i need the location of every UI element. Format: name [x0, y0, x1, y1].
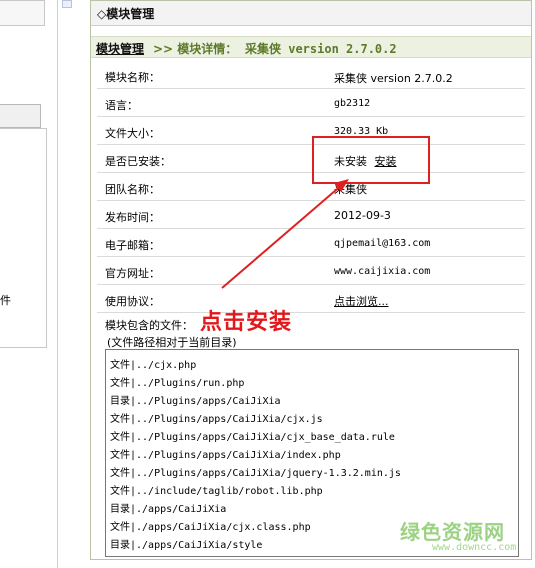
label-release-date: 发布时间：: [105, 211, 160, 224]
row-separator: [97, 228, 525, 229]
file-list-item: 文件|../Plugins/apps/CaiJiXia/cjx.js: [110, 414, 323, 425]
file-list-item: 文件|../include/taglib/robot.lib.php: [110, 486, 323, 497]
label-website: 官方网址：: [105, 267, 160, 280]
annotation-text: 点击安装: [200, 309, 293, 335]
row-separator: [97, 200, 525, 201]
label-license: 使用协议：: [105, 295, 160, 308]
license-link[interactable]: 点击浏览...: [334, 293, 389, 309]
panel-title-bar: ◇模块管理: [91, 1, 531, 26]
value-email: qjpemail@163.com: [334, 238, 431, 249]
frame-handle: [62, 0, 72, 8]
sidebar-panel: [0, 128, 47, 348]
file-list-item: 文件|../Plugins/run.php: [110, 378, 245, 389]
row-separator: [97, 312, 525, 313]
annotation-highlight-box: [312, 136, 430, 184]
value-module-name: 采集侠 version 2.7.0.2: [334, 72, 453, 85]
file-list-item: 文件|../cjx.php: [110, 360, 197, 371]
label-email: 电子邮箱：: [105, 239, 160, 252]
value-language: gb2312: [334, 98, 371, 109]
file-list-item: 目录|./apps/CaiJiXia/style: [110, 540, 263, 551]
breadcrumb-current-label: >> 模块详情：: [153, 42, 238, 56]
row-separator: [97, 256, 525, 257]
label-language: 语言：: [105, 99, 138, 112]
label-file-size: 文件大小：: [105, 127, 160, 140]
sidebar-button[interactable]: [0, 104, 41, 128]
file-list-item: 文件|./apps/CaiJiXia/cjx.class.php: [110, 522, 311, 533]
row-separator: [97, 144, 525, 145]
sidebar-top-box: [0, 0, 45, 26]
row-separator: [97, 284, 525, 285]
sidebar: 件: [0, 0, 50, 568]
row-separator: [97, 88, 525, 89]
value-website: www.caijixia.com: [334, 266, 431, 277]
files-path-note: (文件路径相对于当前目录): [107, 336, 237, 349]
label-team-name: 团队名称：: [105, 183, 160, 196]
file-list-item: 文件|../Plugins/apps/CaiJiXia/index.php: [110, 450, 341, 461]
file-list-item: 文件|../Plugins/apps/CaiJiXia/jquery-1.3.2…: [110, 468, 401, 479]
breadcrumb-module-name: 采集侠 version 2.7.0.2: [245, 42, 397, 56]
panel-title: ◇模块管理: [97, 7, 155, 21]
breadcrumb: 模块管理 >> 模块详情： 采集侠 version 2.7.0.2: [91, 36, 531, 58]
value-release-date: 2012-09-3: [334, 209, 391, 222]
row-separator: [97, 172, 525, 173]
module-panel: ◇模块管理 模块管理 >> 模块详情： 采集侠 version 2.7.0.2 …: [90, 0, 532, 560]
sidebar-partial-label: 件: [0, 294, 11, 307]
watermark-brand: 绿色资源网: [400, 520, 505, 544]
file-list-item: 目录|./apps/CaiJiXia: [110, 504, 227, 515]
frame-divider: [57, 0, 58, 568]
file-list-item: 文件|../Plugins/apps/CaiJiXia/cjx_base_dat…: [110, 432, 395, 443]
label-installed: 是否已安装：: [105, 155, 171, 168]
label-files: 模块包含的文件：: [105, 319, 193, 332]
breadcrumb-root-link[interactable]: 模块管理: [96, 40, 144, 57]
watermark-url: www.downcc.com: [432, 542, 517, 553]
row-separator: [97, 116, 525, 117]
label-module-name: 模块名称：: [105, 71, 160, 84]
file-list-item: 目录|../Plugins/apps/CaiJiXia: [110, 396, 281, 407]
